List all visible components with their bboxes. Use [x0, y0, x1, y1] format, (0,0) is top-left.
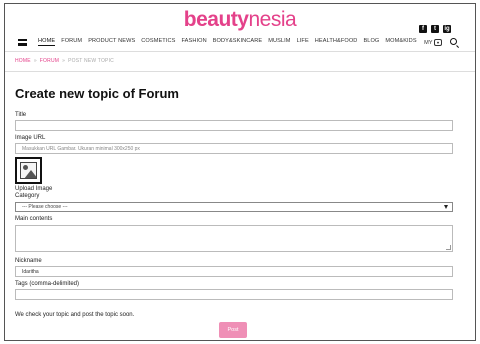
title-input[interactable]: [15, 120, 453, 131]
instagram-icon[interactable]: ig: [443, 25, 451, 33]
nav-muslim[interactable]: MUSLIM: [268, 38, 290, 46]
nav-home[interactable]: HOME: [38, 38, 56, 46]
facebook-icon[interactable]: f: [419, 25, 427, 33]
my-menu[interactable]: MY ♥: [424, 39, 442, 46]
image-placeholder[interactable]: [15, 157, 42, 184]
main-contents-textarea[interactable]: [15, 225, 453, 252]
nav-fashion[interactable]: FASHION: [181, 38, 206, 46]
image-url-label: Image URL: [15, 135, 46, 141]
breadcrumb-forum[interactable]: FORUM: [40, 58, 59, 64]
nav-life[interactable]: LIFE: [297, 38, 309, 46]
nav-blog[interactable]: BLOG: [363, 38, 379, 46]
tags-input[interactable]: [15, 289, 453, 300]
chevron-down-icon: [444, 205, 448, 209]
nav-cosmetics[interactable]: COSMETICS: [141, 38, 175, 46]
page-title: Create new topic of Forum: [15, 86, 179, 101]
category-label: Category: [15, 193, 40, 199]
image-icon: [20, 162, 37, 179]
review-note: We check your topic and post the topic s…: [15, 312, 135, 318]
logo-bold: beauty: [183, 8, 249, 31]
title-label: Title: [15, 112, 27, 118]
page-frame: beautynesia f t ig HOME FORUM PRODUCT NE…: [4, 3, 476, 341]
logo-rest: nesia: [248, 8, 297, 31]
nav-forum[interactable]: FORUM: [61, 38, 82, 46]
post-button[interactable]: Post: [219, 322, 247, 338]
upload-image-label[interactable]: Upload Image: [15, 186, 52, 192]
nickname-label: Nickname: [15, 258, 42, 264]
divider: [5, 51, 475, 52]
twitter-icon[interactable]: t: [431, 25, 439, 33]
nav-health-food[interactable]: HEALTH&FOOD: [315, 38, 358, 46]
category-selected: --- Please choose ---: [22, 204, 68, 210]
main-nav: HOME FORUM PRODUCT NEWS COSMETICS FASHIO…: [5, 35, 475, 51]
category-select[interactable]: --- Please choose ---: [15, 202, 453, 212]
tags-label: Tags (comma-delimited): [15, 281, 80, 287]
image-url-input[interactable]: Masukkan URL Gambar. Ukuran minimal 300x…: [15, 143, 453, 154]
breadcrumb: HOME» FORUM» POST NEW TOPIC: [15, 58, 114, 64]
nav-mom-kids[interactable]: MOM&KIDS: [385, 38, 416, 46]
main-contents-label: Main contents: [15, 216, 53, 222]
nav-body-skincare[interactable]: BODY&SKINCARE: [213, 38, 262, 46]
heart-icon: ♥: [434, 39, 442, 46]
menu-icon[interactable]: [18, 39, 27, 46]
nickname-input[interactable]: Idaritha: [15, 266, 453, 277]
nav-items: HOME FORUM PRODUCT NEWS COSMETICS FASHIO…: [38, 38, 417, 46]
my-label: MY: [424, 39, 433, 46]
social-links: f t ig: [419, 25, 451, 33]
search-icon[interactable]: [450, 38, 457, 45]
breadcrumb-current: POST NEW TOPIC: [68, 58, 114, 64]
site-logo[interactable]: beautynesia: [5, 8, 475, 32]
breadcrumb-home[interactable]: HOME: [15, 58, 31, 64]
divider: [5, 71, 475, 72]
nav-product-news[interactable]: PRODUCT NEWS: [88, 38, 135, 46]
